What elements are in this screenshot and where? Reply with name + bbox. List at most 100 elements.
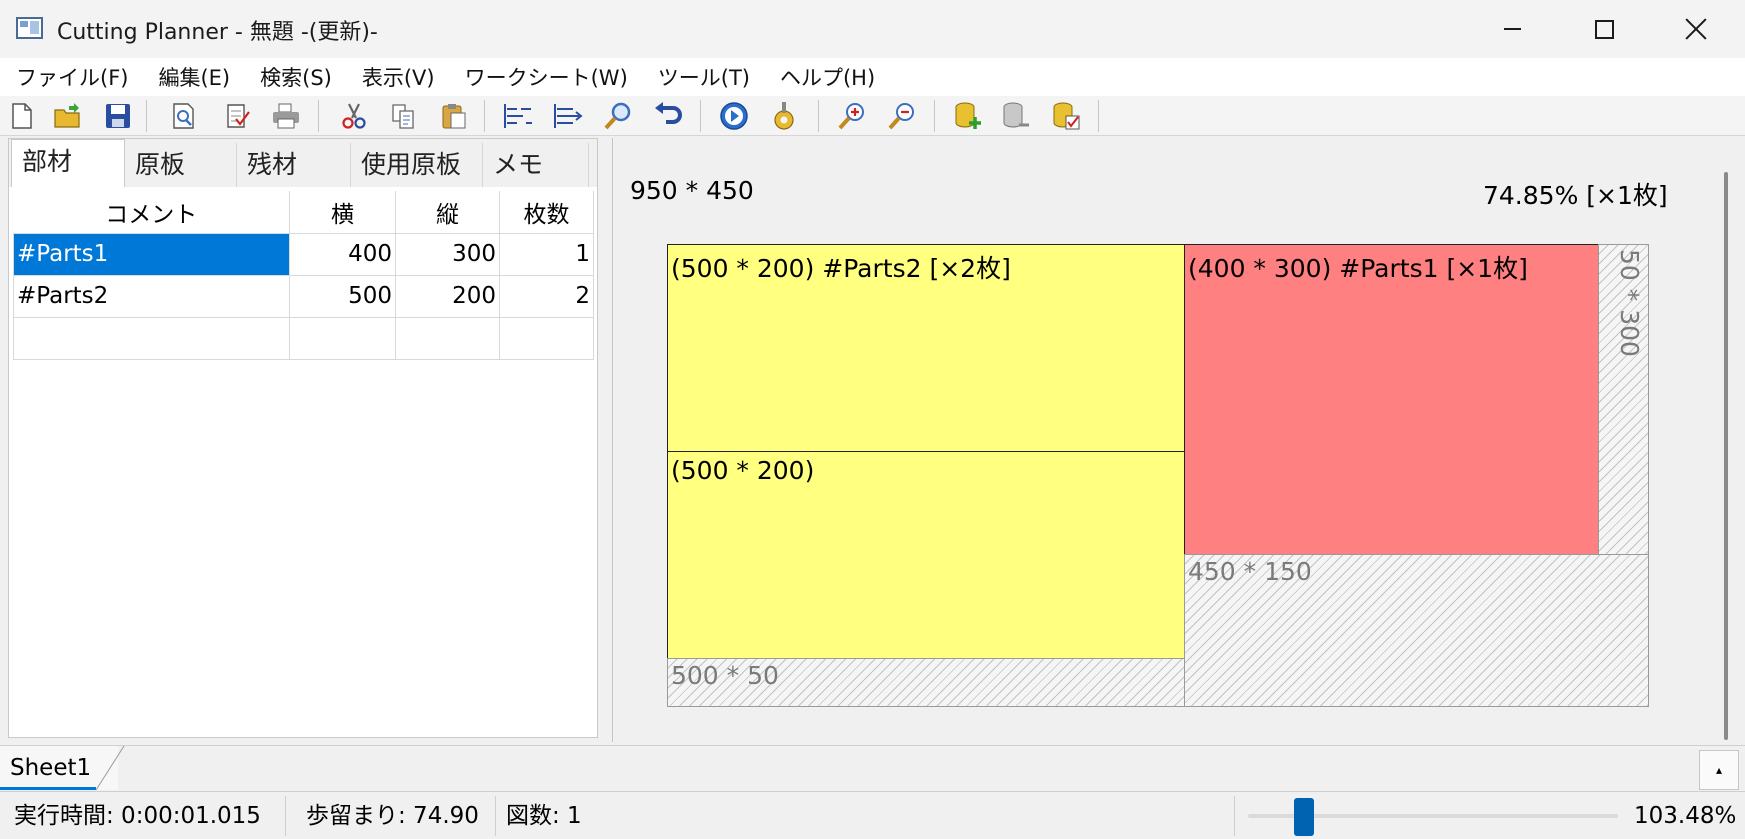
title-bar: Cutting Planner - 無題 -(更新)- [0,0,1745,58]
tab-remnants[interactable]: 残材 [237,143,351,187]
toolbar-separator [146,100,147,132]
print-button[interactable] [270,100,302,132]
status-count: 図数: 1 [506,803,582,829]
database-check-button[interactable] [1050,100,1082,132]
align-right-icon [554,104,583,128]
align-left-button[interactable] [502,100,534,132]
menu-tools[interactable]: ツール(T) [658,62,750,92]
cell-height[interactable]: 200 [395,274,500,318]
scrap-area[interactable]: 450 * 150 [1184,554,1649,707]
cut-piece[interactable]: (500 * 200) [667,451,1185,659]
checklist-icon [227,104,250,128]
column-header-width[interactable]: 横 [289,191,396,234]
cut-button[interactable] [338,100,370,132]
copy-icon [392,104,414,129]
menu-view[interactable]: 表示(V) [362,62,435,92]
tab-used-boards[interactable]: 使用原板 [351,143,483,187]
scrap-area[interactable]: 50 * 300 [1598,244,1649,555]
cut-icon [342,103,366,129]
menu-search[interactable]: 検索(S) [260,62,332,92]
toolbar-separator [1098,100,1099,132]
cut-piece[interactable]: (500 * 200) #Parts2 [×2枚] [667,244,1185,452]
copy-button[interactable] [388,100,420,132]
database-add-icon [955,102,981,129]
status-runtime: 実行時間: 0:00:01.015 [8,796,286,836]
zoom-out-button[interactable] [886,100,918,132]
toolbar-separator [818,100,819,132]
sheet-scroll-button[interactable]: ▴ [1699,750,1739,790]
align-right-button[interactable] [552,100,584,132]
database-add-button[interactable] [952,100,984,132]
status-divider [1234,796,1235,836]
cell-quantity[interactable]: 2 [499,274,594,318]
play-icon [720,102,748,130]
panel-tabs: 部材 原板 残材 使用原板 メモ [9,139,597,187]
save-button[interactable] [102,100,134,132]
paste-button[interactable] [438,100,470,132]
database-button[interactable] [1000,100,1032,132]
open-button[interactable] [52,100,84,132]
column-header-quantity[interactable]: 枚数 [499,191,594,234]
window-title: Cutting Planner - 無題 -(更新)- [57,20,378,45]
scrap-area[interactable]: 500 * 50 [667,658,1185,707]
menu-bar: ファイル(F) 編集(E) 検索(S) 表示(V) ワークシート(W) ツール(… [0,58,1745,96]
cell-width[interactable]: 500 [289,274,396,318]
maximize-button[interactable] [1558,0,1650,58]
zoom-slider-thumb[interactable] [1293,798,1314,836]
new-file-icon [12,103,32,129]
cut-piece[interactable]: (400 * 300) #Parts1 [×1枚] [1184,244,1599,555]
cell-comment[interactable]: #Parts2 [13,274,290,318]
canvas-scrollbar[interactable] [1724,172,1728,740]
cell-quantity[interactable] [499,316,594,360]
close-button[interactable] [1650,0,1742,58]
tab-memo[interactable]: メモ [483,143,589,187]
table-header-row: コメント 横 縦 枚数 [13,191,594,234]
cell-height[interactable]: 300 [395,232,500,276]
tab-boards[interactable]: 原板 [125,143,237,187]
sheet-tab-strip: Sheet1 ▴ [0,745,1745,791]
cell-width[interactable] [289,316,396,360]
menu-edit[interactable]: 編集(E) [158,62,230,92]
status-yield: 歩留まり: 74.90 [300,796,496,836]
cell-comment[interactable] [13,316,290,360]
board-size-label: 950 * 450 [630,176,754,205]
print-preview-button[interactable] [168,100,200,132]
database-icon [1003,102,1029,128]
maximize-icon [1594,19,1614,39]
database-check-icon [1053,102,1080,130]
menu-file[interactable]: ファイル(F) [16,62,128,92]
parts-table: コメント 横 縦 枚数 #Parts1 400 300 1 #Parts2 50… [13,191,594,360]
undo-icon [655,102,682,124]
zoom-in-button[interactable] [836,100,868,132]
zoom-out-icon [888,103,914,130]
table-row[interactable]: #Parts2 500 200 2 [13,274,594,318]
table-row[interactable]: #Parts1 400 300 1 [13,232,594,276]
open-folder-icon [54,103,80,128]
board-yield-label: 74.85% [×1枚] [1483,181,1668,210]
search-icon [604,102,631,130]
toolbar-separator [318,100,319,132]
align-left-icon [504,104,532,128]
run-button[interactable] [718,100,750,132]
settings-button[interactable] [768,100,800,132]
cell-quantity[interactable]: 1 [499,232,594,276]
chevron-up-icon: ▴ [1715,763,1723,777]
checklist-button[interactable] [222,100,254,132]
printer-icon [273,103,299,129]
menu-help[interactable]: ヘルプ(H) [780,62,875,92]
menu-worksheet[interactable]: ワークシート(W) [465,62,628,92]
toolbar-separator [934,100,935,132]
column-header-height[interactable]: 縦 [395,191,500,234]
sheet-tab-edge [96,746,125,790]
cell-comment[interactable]: #Parts1 [13,232,290,276]
new-file-button[interactable] [6,100,38,132]
cell-width[interactable]: 400 [289,232,396,276]
undo-button[interactable] [652,100,684,132]
tab-parts[interactable]: 部材 [11,139,125,187]
table-row-empty[interactable] [13,316,594,360]
minimize-button[interactable] [1466,0,1558,58]
cell-height[interactable] [395,316,500,360]
column-header-comment[interactable]: コメント [13,191,290,234]
minimize-icon [1503,28,1521,30]
search-button[interactable] [602,100,634,132]
